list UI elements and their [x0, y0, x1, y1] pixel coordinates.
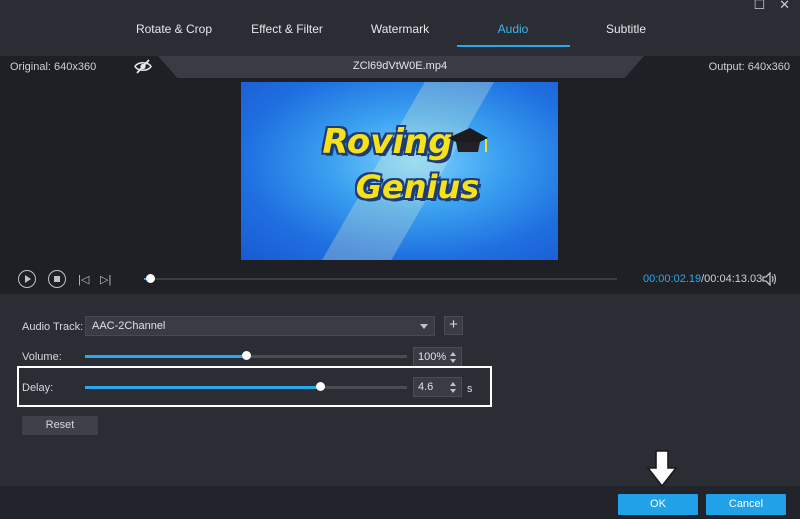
reset-button[interactable]: Reset: [22, 416, 98, 435]
timeline-knob[interactable]: [146, 274, 155, 283]
close-icon[interactable]: ✕: [779, 0, 790, 12]
video-preview: Roving Genius: [241, 82, 558, 260]
tab-subtitle[interactable]: Subtitle: [570, 14, 683, 48]
info-bar: Original: 640x360 ZCl69dVtW0E.mp4 Output…: [0, 56, 800, 78]
window-controls: ☐ ✕: [753, 0, 790, 12]
audio-track-select[interactable]: AAC-2Channel: [85, 316, 435, 336]
current-time: 00:00:02.19: [643, 273, 702, 285]
volume-stepper[interactable]: 100%: [413, 347, 462, 367]
tab-effect-filter[interactable]: Effect & Filter: [231, 14, 344, 48]
play-icon: [25, 275, 31, 283]
volume-slider[interactable]: [85, 351, 407, 360]
volume-knob[interactable]: [242, 351, 251, 360]
stop-icon: [54, 276, 60, 282]
graduation-cap-icon: [448, 128, 488, 152]
speaker-icon[interactable]: [762, 271, 778, 289]
tab-watermark[interactable]: Watermark: [344, 14, 457, 48]
next-frame-button[interactable]: ▷|: [100, 273, 111, 286]
output-resolution: Output: 640x360: [708, 61, 790, 73]
volume-value: 100%: [418, 351, 447, 363]
stop-button[interactable]: [48, 270, 66, 288]
maximize-icon[interactable]: ☐: [753, 0, 765, 12]
volume-up-icon[interactable]: [450, 352, 456, 356]
play-button[interactable]: [18, 270, 36, 288]
previous-frame-button[interactable]: |◁: [78, 273, 89, 286]
cancel-button[interactable]: Cancel: [706, 494, 786, 515]
time-display: 00:00:02.19/00:04:13.03: [643, 273, 762, 285]
volume-down-icon[interactable]: [450, 359, 456, 363]
volume-fill: [85, 355, 246, 358]
logo-text-line1: Roving: [322, 122, 453, 162]
preview-area: Roving Genius: [0, 78, 800, 264]
down-arrow-pointer-icon: [646, 450, 678, 488]
logo-text-line2: Genius: [355, 168, 480, 206]
delay-highlight-box: [17, 366, 492, 407]
tab-rotate-crop[interactable]: Rotate & Crop: [118, 14, 231, 48]
timeline-slider[interactable]: [144, 274, 617, 283]
ok-button[interactable]: OK: [618, 494, 698, 515]
volume-label: Volume:: [22, 351, 62, 363]
audio-track-label: Audio Track:: [22, 321, 84, 333]
total-time: /00:04:13.03: [701, 273, 763, 285]
playback-bar: |◁ ▷| 00:00:02.19/00:04:13.03: [0, 264, 800, 294]
chevron-down-icon: [420, 324, 428, 329]
file-name: ZCl69dVtW0E.mp4: [352, 60, 448, 72]
audio-track-value: AAC-2Channel: [92, 320, 166, 332]
tab-bar: Rotate & Crop Effect & Filter Watermark …: [0, 14, 800, 48]
tab-audio[interactable]: Audio: [456, 14, 570, 48]
add-audio-track-button[interactable]: +: [444, 316, 463, 335]
